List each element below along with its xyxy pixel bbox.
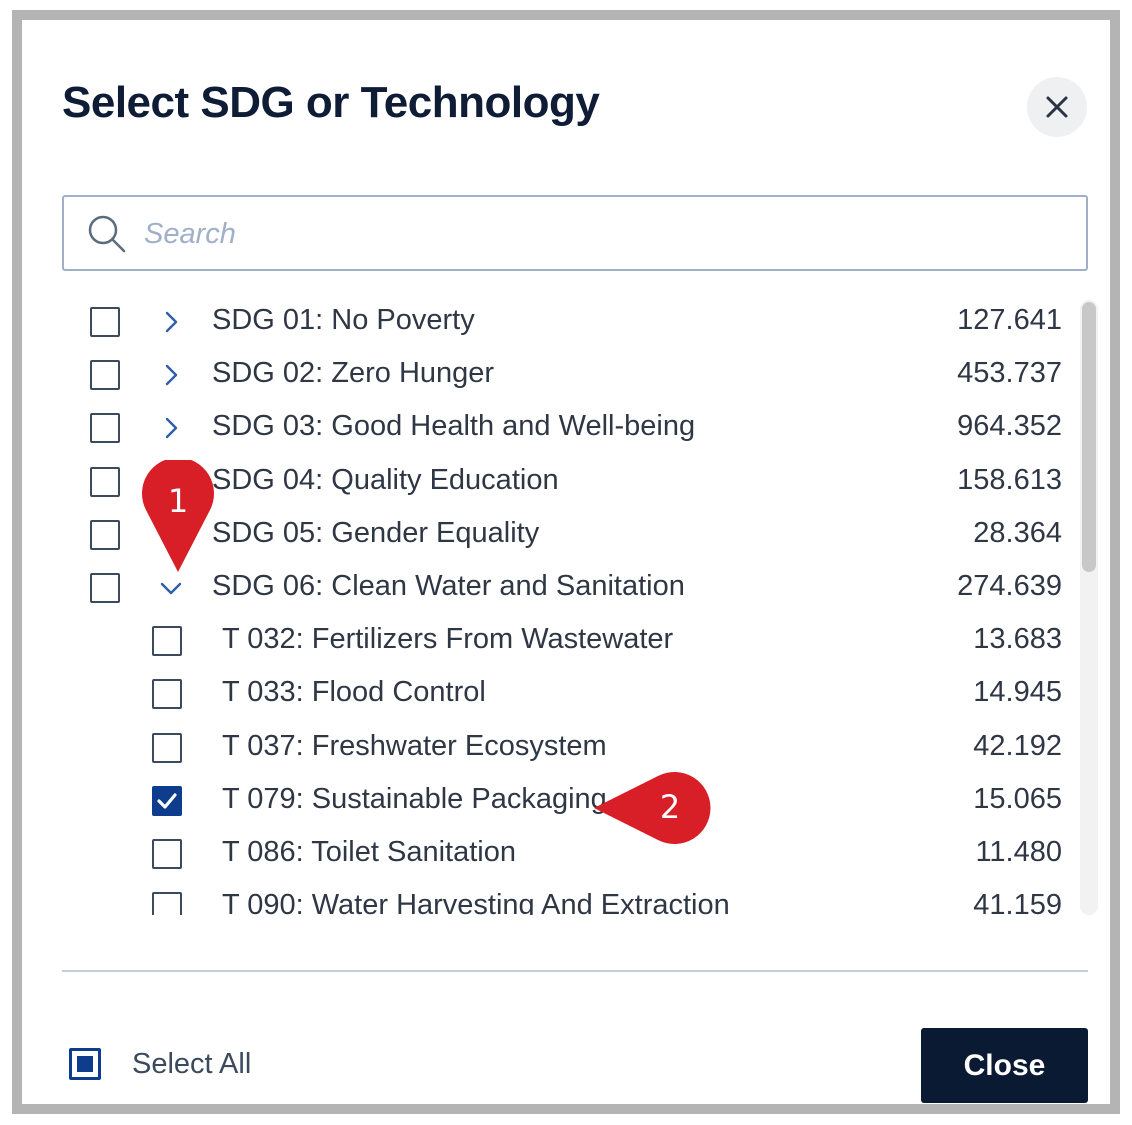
sdg-row[interactable]: SDG 01: No Poverty 127.641 bbox=[62, 295, 1062, 348]
row-count: 158.613 bbox=[957, 463, 1062, 496]
close-icon-button[interactable] bbox=[1027, 77, 1087, 137]
checkbox[interactable] bbox=[90, 413, 120, 444]
footer-divider bbox=[62, 970, 1088, 972]
partial-check-indicator bbox=[77, 1056, 93, 1072]
technology-row[interactable]: T 086: Toilet Sanitation 11.480 bbox=[62, 827, 1062, 880]
checkbox[interactable] bbox=[152, 892, 182, 915]
row-label: T 090: Water Harvesting And Extraction bbox=[222, 889, 730, 915]
select-all-label[interactable]: Select All bbox=[132, 1048, 251, 1081]
dialog-title: Select SDG or Technology bbox=[62, 78, 600, 127]
technology-row[interactable]: T 033: Flood Control 14.945 bbox=[62, 667, 1062, 720]
technology-row[interactable]: T 079: Sustainable Packaging 15.065 bbox=[62, 774, 1062, 827]
row-label: SDG 06: Clean Water and Sanitation bbox=[212, 570, 685, 602]
row-count: 15.065 bbox=[973, 782, 1062, 815]
technology-row[interactable]: T 037: Freshwater Ecosystem 42.192 bbox=[62, 721, 1062, 774]
row-label: SDG 02: Zero Hunger bbox=[212, 357, 495, 390]
chevron-right-icon[interactable] bbox=[158, 309, 184, 335]
checkbox[interactable] bbox=[152, 679, 182, 710]
row-label: T 079: Sustainable Packaging bbox=[222, 782, 607, 815]
row-count: 453.737 bbox=[957, 357, 1062, 390]
checkbox[interactable] bbox=[90, 466, 120, 497]
search-icon bbox=[88, 215, 126, 253]
checkbox[interactable] bbox=[90, 519, 120, 550]
checkbox[interactable] bbox=[90, 573, 120, 603]
row-label: T 033: Flood Control bbox=[222, 676, 486, 709]
select-dialog: Select SDG or Technology SDG 01: No Pove… bbox=[12, 10, 1120, 1114]
chevron-right-icon[interactable] bbox=[158, 415, 184, 441]
row-label: T 086: Toilet Sanitation bbox=[222, 836, 516, 868]
checkbox[interactable] bbox=[152, 732, 182, 763]
annotation-number-2: 2 bbox=[659, 788, 681, 826]
technology-row[interactable]: T 032: Fertilizers From Wastewater 13.683 bbox=[62, 614, 1062, 667]
row-count: 41.159 bbox=[973, 889, 1062, 915]
row-count: 14.945 bbox=[973, 676, 1062, 709]
search-input[interactable] bbox=[142, 211, 1046, 257]
sdg-row[interactable]: SDG 03: Good Health and Well-being 964.35… bbox=[62, 401, 1062, 454]
checkbox-checked[interactable] bbox=[152, 785, 182, 816]
scrollbar-thumb[interactable] bbox=[1082, 302, 1096, 572]
row-label: SDG 04: Quality Education bbox=[212, 463, 559, 496]
sdg-list: SDG 01: No Poverty 127.641 SDG 02: Zero Hu… bbox=[62, 295, 1062, 915]
select-all-checkbox[interactable] bbox=[69, 1048, 101, 1080]
checkbox[interactable] bbox=[152, 626, 182, 657]
technology-row[interactable]: T 090: Water Harvesting And Extraction 41… bbox=[62, 880, 1062, 915]
row-label: SDG 01: No Poverty bbox=[212, 304, 475, 336]
row-count: 28.364 bbox=[973, 516, 1062, 549]
row-label: T 037: Freshwater Ecosystem bbox=[222, 729, 607, 762]
check-icon bbox=[157, 793, 177, 809]
close-button[interactable]: Close bbox=[921, 1028, 1088, 1103]
checkbox[interactable] bbox=[152, 839, 182, 869]
chevron-down-icon[interactable] bbox=[158, 575, 184, 601]
checkbox[interactable] bbox=[90, 307, 120, 337]
checkbox[interactable] bbox=[90, 360, 120, 391]
row-count: 964.352 bbox=[957, 410, 1062, 443]
row-label: SDG 05: Gender Equality bbox=[212, 516, 540, 549]
row-label: T 032: Fertilizers From Wastewater bbox=[222, 623, 674, 656]
row-count: 11.480 bbox=[975, 836, 1062, 868]
search-box[interactable] bbox=[62, 195, 1088, 271]
chevron-right-icon[interactable] bbox=[158, 362, 184, 388]
annotation-number-1: 1 bbox=[167, 482, 189, 520]
row-label: SDG 03: Good Health and Well-being bbox=[212, 410, 696, 443]
close-icon bbox=[1046, 96, 1068, 118]
row-count: 13.683 bbox=[973, 623, 1062, 656]
row-count: 127.641 bbox=[957, 304, 1062, 336]
sdg-row[interactable]: SDG 02: Zero Hunger 453.737 bbox=[62, 348, 1062, 401]
scrollbar[interactable] bbox=[1080, 300, 1098, 915]
row-count: 274.639 bbox=[957, 570, 1062, 602]
row-count: 42.192 bbox=[973, 729, 1062, 762]
